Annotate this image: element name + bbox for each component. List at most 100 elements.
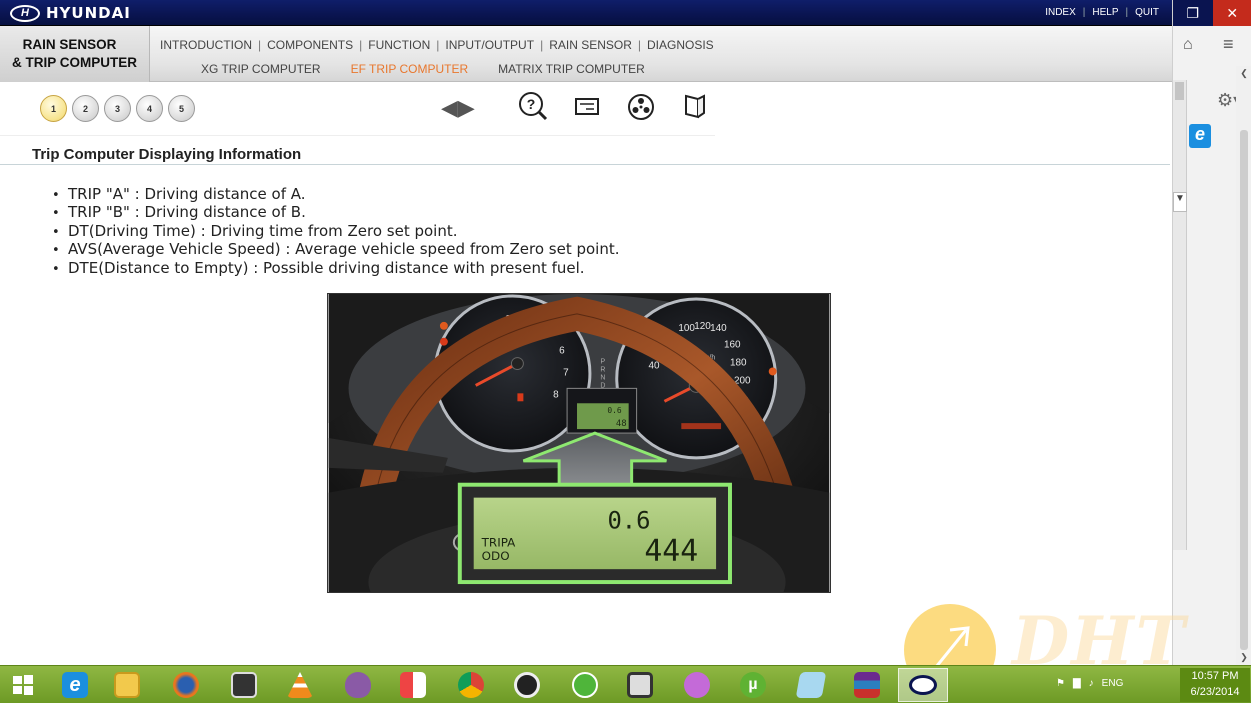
start-button[interactable] (0, 668, 46, 702)
list-item: AVS(Average Vehicle Speed) : Average veh… (52, 240, 620, 258)
chrome-icon (458, 672, 484, 698)
taskbar-camera[interactable] (219, 668, 269, 702)
taskbar-winrar[interactable] (842, 668, 892, 702)
list-item: DTE(Distance to Empty) : Possible drivin… (52, 259, 620, 277)
book-icon[interactable] (680, 91, 710, 121)
camera-icon (231, 672, 257, 698)
taskbar-green-app[interactable] (560, 668, 610, 702)
taskbar-file-explorer[interactable] (102, 668, 152, 702)
clock-date: 6/23/2014 (1190, 686, 1240, 698)
hyundai-logo-icon: H (10, 4, 40, 22)
tacho-tick: 6 (559, 346, 565, 357)
home-icon[interactable]: ⌂ (1183, 36, 1193, 54)
taskbar-chrome[interactable] (446, 668, 496, 702)
nav-diagnosis[interactable]: DIAGNOSIS (641, 38, 720, 52)
top-links: INDEX | HELP | QUIT (1038, 7, 1166, 18)
app-title-bar: H HYUNDAI INDEX | HELP | QUIT (0, 0, 1172, 26)
quit-link[interactable]: QUIT (1128, 7, 1166, 18)
next-arrow-icon[interactable]: ▶ (458, 97, 475, 119)
notepad-icon (795, 672, 827, 698)
system-tray: ⚑ ▇ ♪ ENG (1056, 678, 1123, 689)
nav-input-output[interactable]: INPUT/OUTPUT (439, 38, 540, 52)
lcd-trip-value: 0.6 (607, 506, 650, 534)
ie-logo-icon: e (1189, 124, 1211, 148)
brand-name: HYUNDAI (46, 4, 131, 22)
taskbar-internet-explorer[interactable]: e (50, 668, 100, 702)
speedo-tick: 40 (649, 361, 661, 372)
page-button-5[interactable]: 5 (168, 95, 195, 122)
subnav-xg-trip-computer[interactable]: XG TRIP COMPUTER (201, 62, 321, 76)
help-link[interactable]: HELP (1085, 7, 1125, 18)
volume-icon[interactable]: ♪ (1089, 678, 1094, 689)
network-icon[interactable]: ▇ (1073, 678, 1081, 689)
taskbar-media-player[interactable] (615, 668, 665, 702)
note-icon[interactable] (572, 91, 602, 121)
hyundai-logo-icon (909, 675, 937, 695)
page-scrollbar-thumb[interactable] (1240, 130, 1248, 650)
winrar-icon (854, 672, 880, 698)
taskbar-puzzle[interactable] (388, 668, 438, 702)
list-item: DT(Driving Time) : Driving time from Zer… (52, 222, 620, 240)
language-indicator[interactable]: ENG (1102, 678, 1124, 689)
scroll-up-icon[interactable]: ❮ (1236, 68, 1251, 79)
menu-icon[interactable]: ≡ (1223, 34, 1234, 55)
clock[interactable]: 10:57 PM 6/23/2014 (1180, 668, 1250, 702)
gear-letter: R (600, 366, 605, 373)
speedo-tick: 160 (724, 340, 741, 351)
scroll-down-icon[interactable]: ❯ (1236, 652, 1251, 663)
onion-icon (345, 672, 371, 698)
small-display-top: 0.6 (607, 406, 622, 415)
close-window-icon[interactable]: ✕ (1212, 0, 1251, 26)
list-item: TRIP "A" : Driving distance of A. (52, 185, 620, 203)
restore-window-icon[interactable]: ❐ (1173, 0, 1213, 26)
screen: H HYUNDAI INDEX | HELP | QUIT ❐ ✕ ⌂ ≡ ⚙▾… (0, 0, 1251, 703)
nav-components[interactable]: COMPONENTS (261, 38, 359, 52)
page-title: Trip Computer Displaying Information (32, 146, 302, 163)
chat-icon (684, 672, 710, 698)
taskbar-notepad[interactable] (786, 668, 836, 702)
taskbar-hyundai[interactable] (898, 668, 948, 702)
utorrent-icon: µ (740, 672, 766, 698)
page-button-2[interactable]: 2 (72, 95, 99, 122)
flag-icon[interactable]: ⚑ (1056, 678, 1065, 689)
nav-function[interactable]: FUNCTION (362, 38, 436, 52)
chevron-down-icon[interactable]: ▼ (1173, 192, 1187, 212)
film-reel-icon[interactable] (626, 91, 656, 121)
nav-rain-sensor[interactable]: RAIN SENSOR (543, 38, 638, 52)
page-button-4[interactable]: 4 (136, 95, 163, 122)
taskbar-firefox[interactable] (161, 668, 211, 702)
index-link[interactable]: INDEX (1038, 7, 1083, 18)
module-title: RAIN SENSOR & TRIP COMPUTER (0, 26, 150, 82)
tacho-tick: 8 (553, 389, 559, 400)
lcd-label-odo: ODO (482, 549, 510, 563)
page-selector: 1 2 3 4 5 (40, 95, 195, 122)
lcd-odo-value: 444 (644, 534, 698, 569)
help-icon[interactable]: ? (518, 91, 548, 121)
page-button-1[interactable]: 1 (40, 95, 67, 122)
inner-scrollbar-thumb[interactable] (1175, 82, 1184, 100)
dashboard-photo: 0.6 48 P R N D 1 2 3 4 5 6 7 8 x1000 rpm… (327, 293, 831, 593)
subnav-ef-trip-computer[interactable]: EF TRIP COMPUTER (351, 62, 469, 76)
list-item: TRIP "B" : Driving distance of B. (52, 203, 620, 221)
film-reel-icon (514, 672, 540, 698)
taskbar-vlc[interactable] (275, 668, 325, 702)
lcd-label-trip: TRIPA (481, 535, 516, 549)
vlc-cone-icon (287, 672, 313, 698)
prev-arrow-icon[interactable]: ◀ (441, 97, 458, 119)
primary-nav: INTRODUCTION | COMPONENTS | FUNCTION | I… (154, 38, 720, 52)
windows-logo-icon (13, 675, 33, 695)
inner-scrollbar[interactable]: ▼ (1173, 80, 1187, 550)
taskbar-tor[interactable] (333, 668, 383, 702)
subnav-matrix-trip-computer[interactable]: MATRIX TRIP COMPUTER (498, 62, 645, 76)
page-button-3[interactable]: 3 (104, 95, 131, 122)
internet-explorer-icon: e (62, 672, 88, 698)
taskbar-chat[interactable] (672, 668, 722, 702)
page-scrollbar[interactable]: ❮ ❯ (1236, 66, 1251, 665)
window-buttons: ❐ ✕ (1173, 0, 1251, 26)
puzzle-icon (400, 672, 426, 698)
taskbar-film-reel[interactable] (502, 668, 552, 702)
taskbar-utorrent[interactable]: µ (728, 668, 778, 702)
secondary-nav: XG TRIP COMPUTER EF TRIP COMPUTER MATRIX… (201, 62, 645, 76)
nav-introduction[interactable]: INTRODUCTION (154, 38, 258, 52)
browser-side-chrome: ❐ ✕ ⌂ ≡ ⚙▾ e ▼ ❮ ❯ (1172, 0, 1251, 665)
